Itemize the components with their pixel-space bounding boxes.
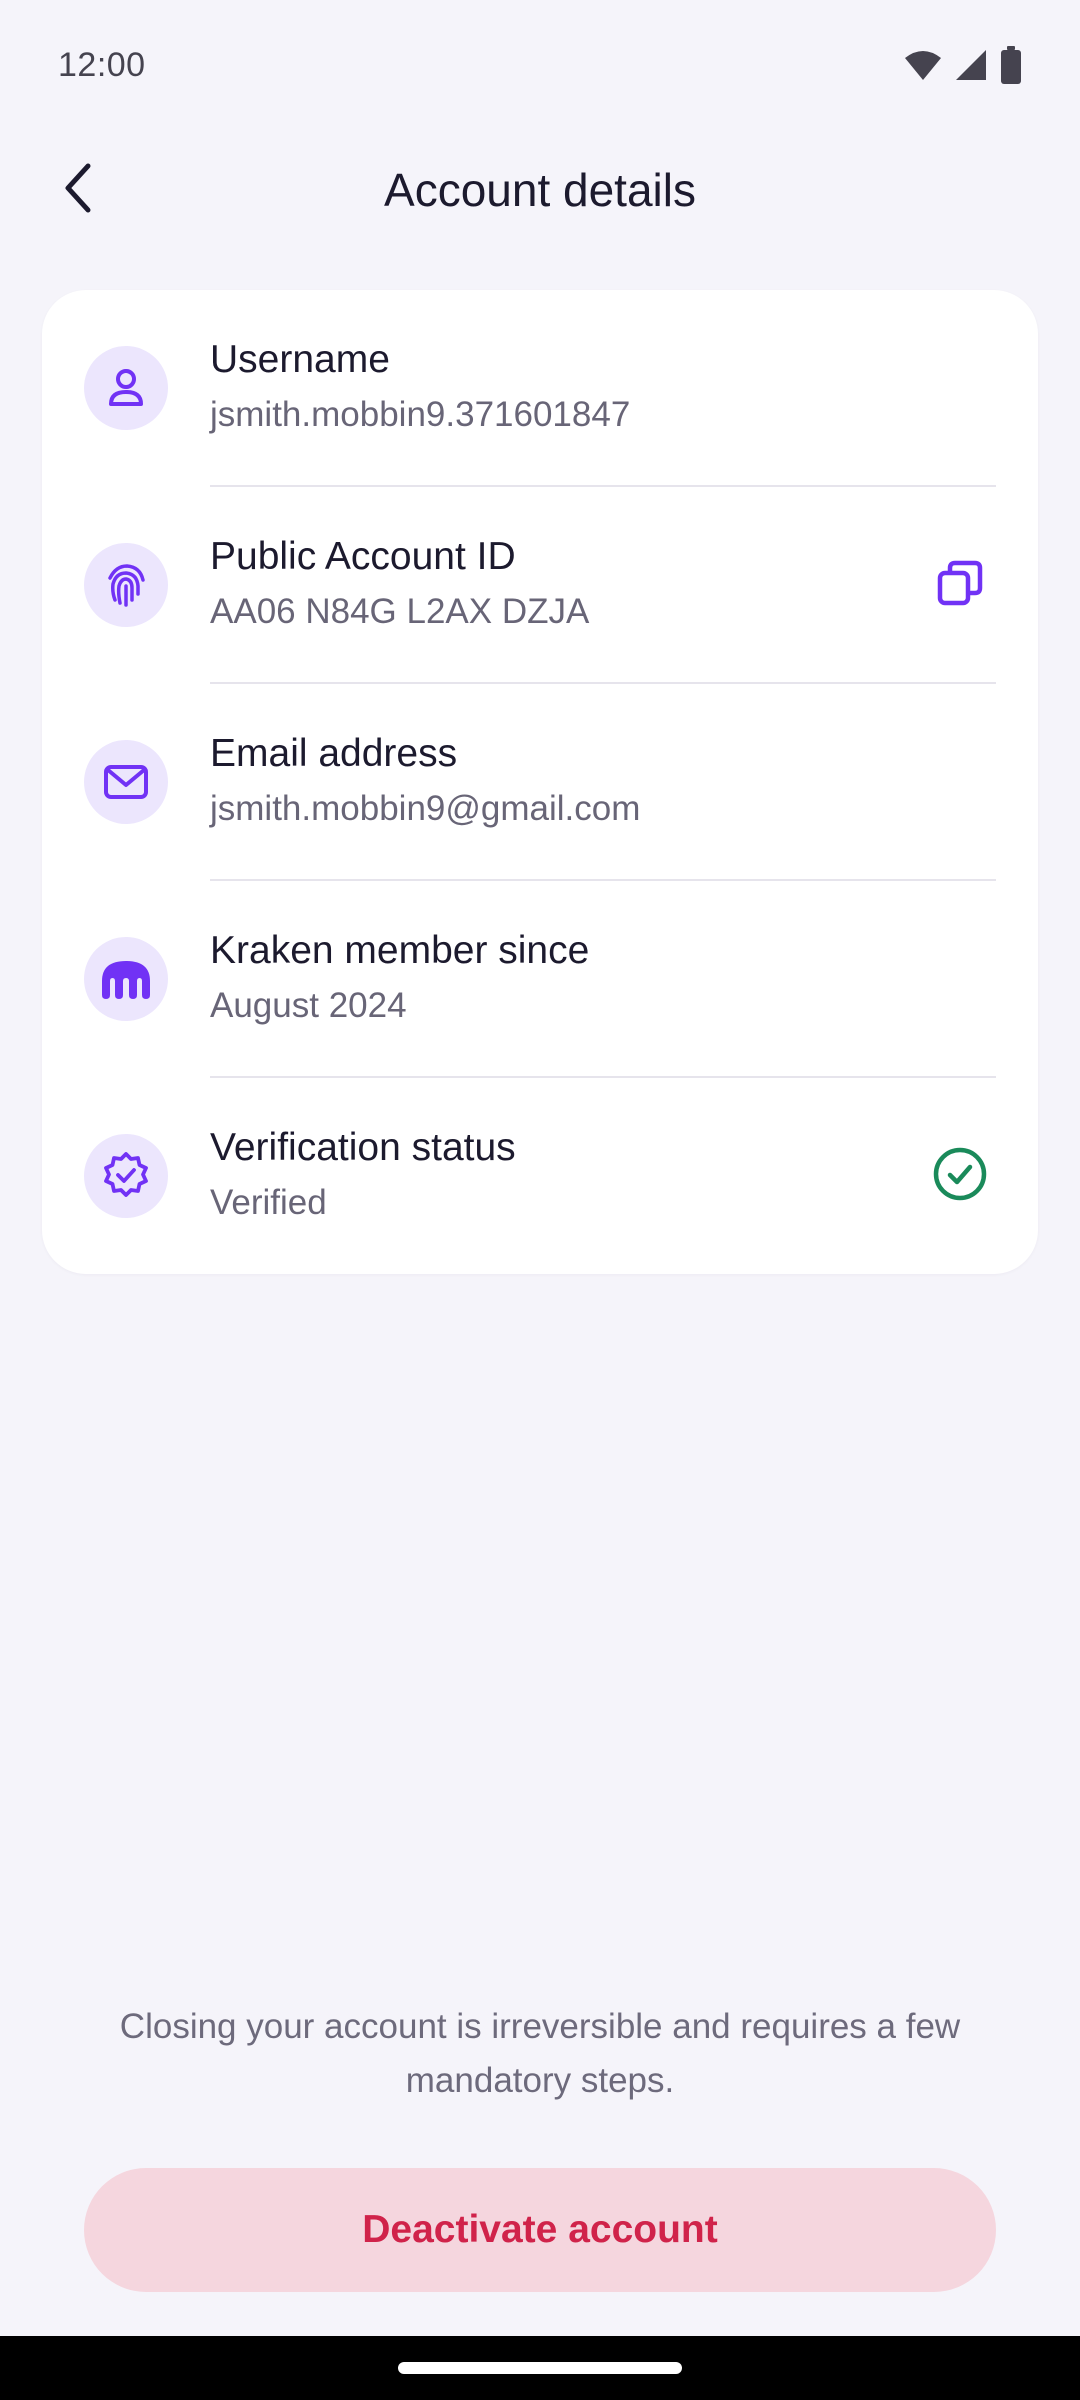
detail-row-verification-status: Verification status Verified [42, 1078, 1038, 1275]
detail-text: Username jsmith.mobbin9.371601847 [210, 334, 890, 440]
check-circle-icon [932, 1146, 988, 1207]
battery-icon [1000, 46, 1022, 84]
detail-value: Verified [210, 1183, 327, 1222]
back-button[interactable] [40, 150, 120, 230]
home-indicator[interactable] [398, 2362, 682, 2374]
closing-account-note: Closing your account is irreversible and… [119, 2007, 961, 2100]
account-details-screen: 12:00 Account details Username jsmith.mo… [0, 0, 1080, 2400]
mail-icon [84, 740, 168, 824]
verified-badge-icon [84, 1134, 168, 1218]
detail-label: Username [210, 338, 390, 381]
fingerprint-icon [84, 543, 168, 627]
wifi-icon [904, 49, 942, 81]
detail-row-member-since: Kraken member since August 2024 [42, 881, 1038, 1078]
cell-signal-icon [954, 48, 988, 82]
detail-text: Verification status Verified [210, 1122, 890, 1228]
account-details-card: Username jsmith.mobbin9.371601847 Public… [42, 290, 1038, 1274]
detail-label: Kraken member since [210, 929, 590, 972]
detail-value: jsmith.mobbin9@gmail.com [210, 789, 641, 828]
user-icon [84, 346, 168, 430]
status-time: 12:00 [58, 45, 146, 84]
detail-text: Public Account ID AA06 N84G L2AX DZJA [210, 531, 890, 637]
page-title: Account details [384, 164, 696, 216]
chevron-left-icon [60, 160, 100, 221]
detail-label: Email address [210, 732, 458, 775]
detail-text: Email address jsmith.mobbin9@gmail.com [210, 728, 890, 834]
detail-row-public-account-id: Public Account ID AA06 N84G L2AX DZJA [42, 487, 1038, 684]
deactivate-account-button[interactable]: Deactivate account [84, 2168, 996, 2292]
detail-value: jsmith.mobbin9.371601847 [210, 395, 631, 434]
status-bar: 12:00 [0, 0, 1080, 130]
detail-value: AA06 N84G L2AX DZJA [210, 592, 590, 631]
app-bar: Account details [0, 140, 1080, 240]
status-icons [904, 46, 1022, 84]
detail-row-username: Username jsmith.mobbin9.371601847 [42, 290, 1038, 487]
detail-value: August 2024 [210, 986, 407, 1025]
detail-row-email: Email address jsmith.mobbin9@gmail.com [42, 684, 1038, 881]
detail-text: Kraken member since August 2024 [210, 925, 890, 1031]
kraken-logo-icon [84, 937, 168, 1021]
copy-icon [934, 557, 986, 614]
verified-status-indicator [918, 1134, 1002, 1218]
copy-account-id-button[interactable] [918, 543, 1002, 627]
detail-label: Public Account ID [210, 535, 516, 578]
detail-label: Verification status [210, 1126, 516, 1169]
